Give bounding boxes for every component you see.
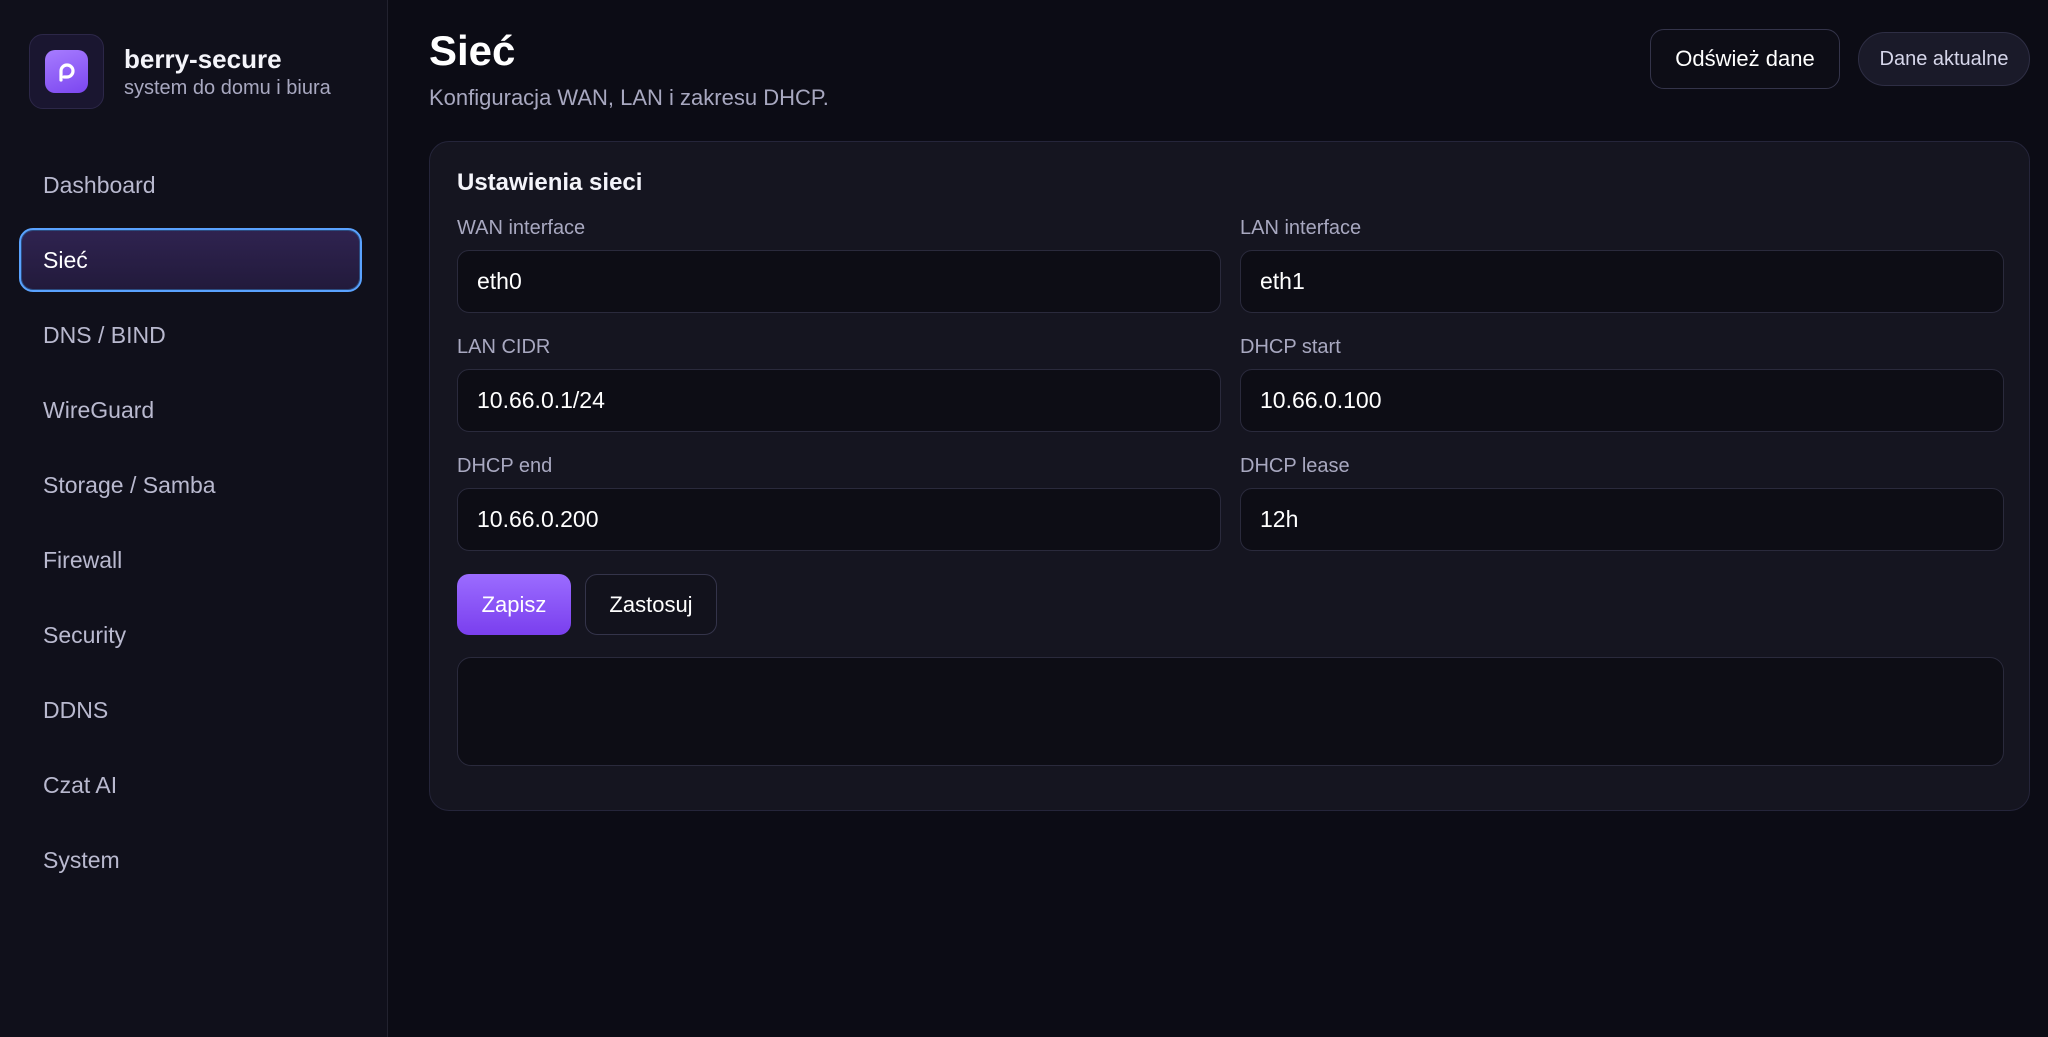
refresh-button[interactable]: Odśwież dane xyxy=(1650,29,1840,89)
brand-subtitle: system do domu i biura xyxy=(124,77,331,99)
dhcp-lease-label: DHCP lease xyxy=(1240,455,1350,477)
sidebar-nav: Dashboard Sieć DNS / BIND WireGuard Stor… xyxy=(19,153,362,903)
page-title: Sieć xyxy=(429,27,516,74)
dhcp-end-input[interactable] xyxy=(457,488,1221,551)
dhcp-start-field: DHCP start xyxy=(1240,334,2004,432)
sidebar-item-wireguard[interactable]: WireGuard xyxy=(19,378,362,442)
dhcp-start-label: DHCP start xyxy=(1240,336,1341,358)
lan-interface-field: LAN interface xyxy=(1240,215,2004,313)
sidebar-item-czat-ai[interactable]: Czat AI xyxy=(19,753,362,817)
dhcp-lease-input[interactable] xyxy=(1240,488,2004,551)
dhcp-lease-field: DHCP lease xyxy=(1240,453,2004,551)
apply-button[interactable]: Zastosuj xyxy=(585,574,717,635)
sidebar-item-dashboard[interactable]: Dashboard xyxy=(19,153,362,217)
save-button[interactable]: Zapisz xyxy=(457,574,571,635)
network-settings-card: Ustawienia sieci WAN interface LAN inter… xyxy=(429,141,2030,811)
sidebar-item-ddns[interactable]: DDNS xyxy=(19,678,362,742)
sidebar-item-firewall[interactable]: Firewall xyxy=(19,528,362,592)
dhcp-start-input[interactable] xyxy=(1240,369,2004,432)
sidebar: berry-secure system do domu i biura Dash… xyxy=(0,0,388,1037)
output-log xyxy=(457,657,2004,766)
dhcp-end-field: DHCP end xyxy=(457,453,1221,551)
page-subtitle: Konfiguracja WAN, LAN i zakresu DHCP. xyxy=(429,85,829,110)
brand: berry-secure system do domu i biura xyxy=(29,34,331,109)
lan-cidr-input[interactable] xyxy=(457,369,1221,432)
lan-interface-input[interactable] xyxy=(1240,250,2004,313)
wan-interface-label: WAN interface xyxy=(457,217,586,239)
sidebar-item-system[interactable]: System xyxy=(19,828,362,892)
wan-interface-field: WAN interface xyxy=(457,215,1221,313)
sidebar-item-siec[interactable]: Sieć xyxy=(19,228,362,292)
status-badge: Dane aktualne xyxy=(1858,32,2030,86)
lan-cidr-label: LAN CIDR xyxy=(457,336,551,358)
lan-cidr-field: LAN CIDR xyxy=(457,334,1221,432)
sidebar-item-storage-samba[interactable]: Storage / Samba xyxy=(19,453,362,517)
main-content: Sieć Konfiguracja WAN, LAN i zakresu DHC… xyxy=(388,0,2048,1037)
card-title: Ustawienia sieci xyxy=(457,169,643,196)
wan-interface-input[interactable] xyxy=(457,250,1221,313)
brand-name: berry-secure xyxy=(124,44,282,74)
brand-logo xyxy=(29,34,104,109)
berry-logo-icon xyxy=(45,50,88,93)
sidebar-item-security[interactable]: Security xyxy=(19,603,362,667)
dhcp-end-label: DHCP end xyxy=(457,455,553,477)
brand-text: berry-secure system do domu i biura xyxy=(124,43,331,100)
app-root: berry-secure system do domu i biura Dash… xyxy=(0,0,2048,1037)
sidebar-item-dns-bind[interactable]: DNS / BIND xyxy=(19,303,362,367)
lan-interface-label: LAN interface xyxy=(1240,217,1362,239)
